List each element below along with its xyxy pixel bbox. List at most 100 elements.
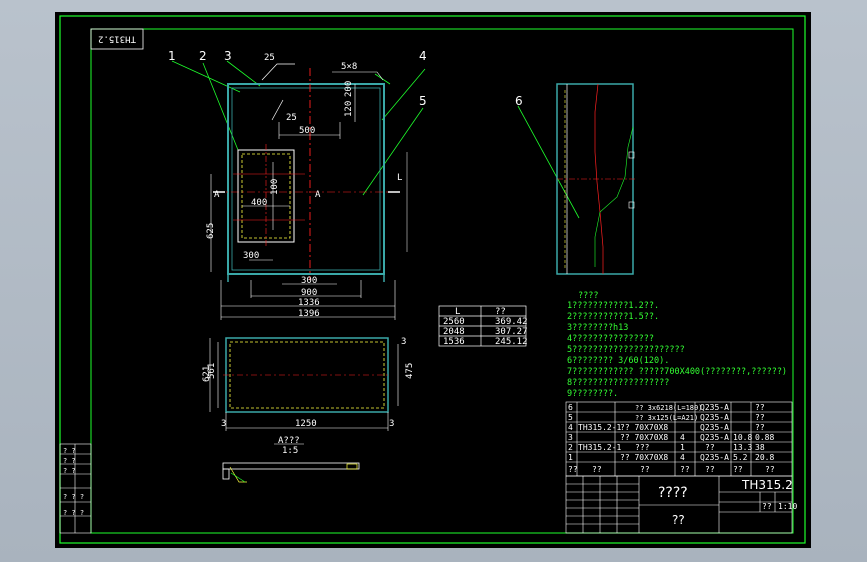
- dim-475: 475: [405, 363, 415, 379]
- dim-1396: 1396: [298, 309, 320, 319]
- bom-r1-mat: Q235-A: [700, 403, 729, 412]
- note-line-5: 5??????????????????????: [567, 345, 685, 355]
- rotated-code-box: TH315.2: [90, 28, 144, 50]
- bom-r1-rem: ??: [755, 403, 765, 412]
- dim-3-top: 3: [401, 337, 406, 347]
- bom-r5-w: 13.3: [733, 443, 752, 452]
- drawing-code: TH315.2: [741, 478, 793, 492]
- note-line-8: 8???????????????????: [567, 378, 669, 388]
- inner-frame: [90, 28, 794, 534]
- bom-r1-name: ?? 3x6218(L=180): [635, 404, 702, 412]
- bom-r6-mat: Q235-A: [700, 453, 729, 462]
- bom-h-w: ??: [733, 465, 743, 474]
- bom-r5-qty: 1: [680, 443, 685, 452]
- detail-title: A???: [278, 436, 300, 446]
- dim-400: 400: [251, 198, 267, 208]
- bom-r3-rem: ??: [755, 423, 765, 432]
- bom-r3-mat: Q235-A: [700, 423, 729, 432]
- bom-h-qty: ??: [680, 465, 690, 474]
- length-row-3-l: 1536: [443, 337, 465, 347]
- note-line-6: 6???????? 3/60(120).: [567, 356, 669, 366]
- bom-r4-no: 3: [568, 433, 573, 442]
- length-row-3-w: 245.12: [495, 337, 528, 347]
- bom-r3-name: ?? 70X70X8: [620, 423, 668, 432]
- bom-r1-no: 6: [568, 403, 573, 412]
- drawing-sheet: TH315.2 1 2 3 4 5 6 25 25 120 200 500 40…: [55, 12, 811, 548]
- bom-r5-no: 2: [568, 443, 573, 452]
- dim-25-mid: 25: [286, 113, 297, 123]
- dim-300-left: 300: [243, 251, 259, 261]
- balloon-2: 2: [199, 49, 207, 63]
- bom-r3-code: TH315.2-1: [578, 423, 622, 432]
- dim-200: 200: [344, 81, 354, 97]
- section-a-right: A: [315, 190, 321, 200]
- dim-25-top: 25: [264, 53, 275, 63]
- bom-r2-mat: Q235-A: [700, 413, 729, 422]
- company-name: ??: [672, 513, 685, 527]
- note-line-2: 2???????????1.5??.: [567, 312, 659, 322]
- dim-1336: 1336: [298, 298, 320, 308]
- left-block-row-3: ? ?: [63, 467, 76, 475]
- length-row-2-w: 307.27: [495, 327, 528, 337]
- bom-r4-w: 10.8: [733, 433, 752, 442]
- note-line-9: 9????????.: [567, 389, 618, 399]
- bom-rows: 6 ?? 3x6218(L=180) Q235-A ?? 5 ?? 3x125(…: [568, 403, 775, 474]
- bom-r4-mat: Q235-A: [700, 433, 729, 442]
- dim-500: 500: [299, 126, 315, 136]
- note-line-7: 7???????????? ?????700X400(????????,????…: [567, 367, 787, 377]
- l-mark: L: [397, 173, 402, 183]
- balloon-6: 6: [515, 94, 523, 108]
- bom-r6-qty: 4: [680, 453, 685, 462]
- left-block-row-1: ? ?: [63, 447, 76, 455]
- bom-r5-mat: ??: [705, 443, 715, 452]
- length-header-weight: ??: [495, 307, 506, 317]
- cad-canvas[interactable]: TH315.2 1 2 3 4 5 6 25 25 120 200 500 40…: [55, 12, 811, 548]
- outer-frame: [59, 15, 806, 544]
- bom-r4-name: ?? 70X70X8: [620, 433, 668, 442]
- note-line-3: 3????????h13: [567, 323, 628, 333]
- note-line-1: 1???????????1.2??.: [567, 301, 659, 311]
- bom-r3-no: 4: [568, 423, 573, 432]
- bom-h-rem: ??: [765, 465, 775, 474]
- left-block-row-4: ? ? ?: [63, 493, 84, 501]
- notes-title: ????: [578, 291, 598, 301]
- bom-r6-w: 5.2: [733, 453, 748, 462]
- balloon-1: 1: [168, 49, 176, 63]
- bom-r5-tot: 38: [755, 443, 765, 452]
- drawing-scale: 1:10: [778, 502, 797, 511]
- bom-r6-no: 1: [568, 453, 573, 462]
- bom-h-code: ??: [592, 465, 602, 474]
- bom-r5-code: TH315.2-1: [578, 443, 622, 452]
- bom-r5-name: ???: [635, 443, 650, 452]
- dim-561: 561: [207, 363, 217, 379]
- bom-r2-rem: ??: [755, 413, 765, 422]
- bom-r6-tot: 20.8: [755, 453, 774, 462]
- dim-625: 625: [206, 223, 216, 239]
- bom-h-no: ??: [568, 465, 578, 474]
- title-block-marker: ??: [762, 502, 772, 511]
- dim-1250: 1250: [295, 419, 317, 429]
- dim-300-bottom: 300: [301, 276, 317, 286]
- bom-r4-tot: 0.88: [755, 433, 774, 442]
- length-header-l: L: [455, 307, 460, 317]
- dim-3-right: 3: [389, 419, 394, 429]
- dim-3-left: 3: [221, 419, 226, 429]
- bom-h-name: ??: [640, 465, 650, 474]
- length-row-2-l: 2048: [443, 327, 465, 337]
- balloon-4: 4: [419, 49, 427, 63]
- bom-r4-qty: 4: [680, 433, 685, 442]
- side-view: [556, 83, 635, 275]
- drawing-name: ????: [658, 485, 688, 501]
- bottom-view: [209, 337, 399, 431]
- dim-900: 900: [301, 288, 317, 298]
- section-a-left: A: [214, 190, 220, 200]
- note-line-4: 4????????????????: [567, 334, 654, 344]
- length-row-1-l: 2560: [443, 317, 465, 327]
- balloon-5: 5: [419, 94, 427, 108]
- balloon-3: 3: [224, 49, 232, 63]
- dim-120: 120: [344, 101, 354, 117]
- dim-5x8: 5×8: [341, 62, 357, 72]
- dim-100: 100: [270, 179, 280, 195]
- length-row-1-w: 369.42: [495, 317, 528, 327]
- rotated-code-text: TH315.2: [98, 34, 136, 44]
